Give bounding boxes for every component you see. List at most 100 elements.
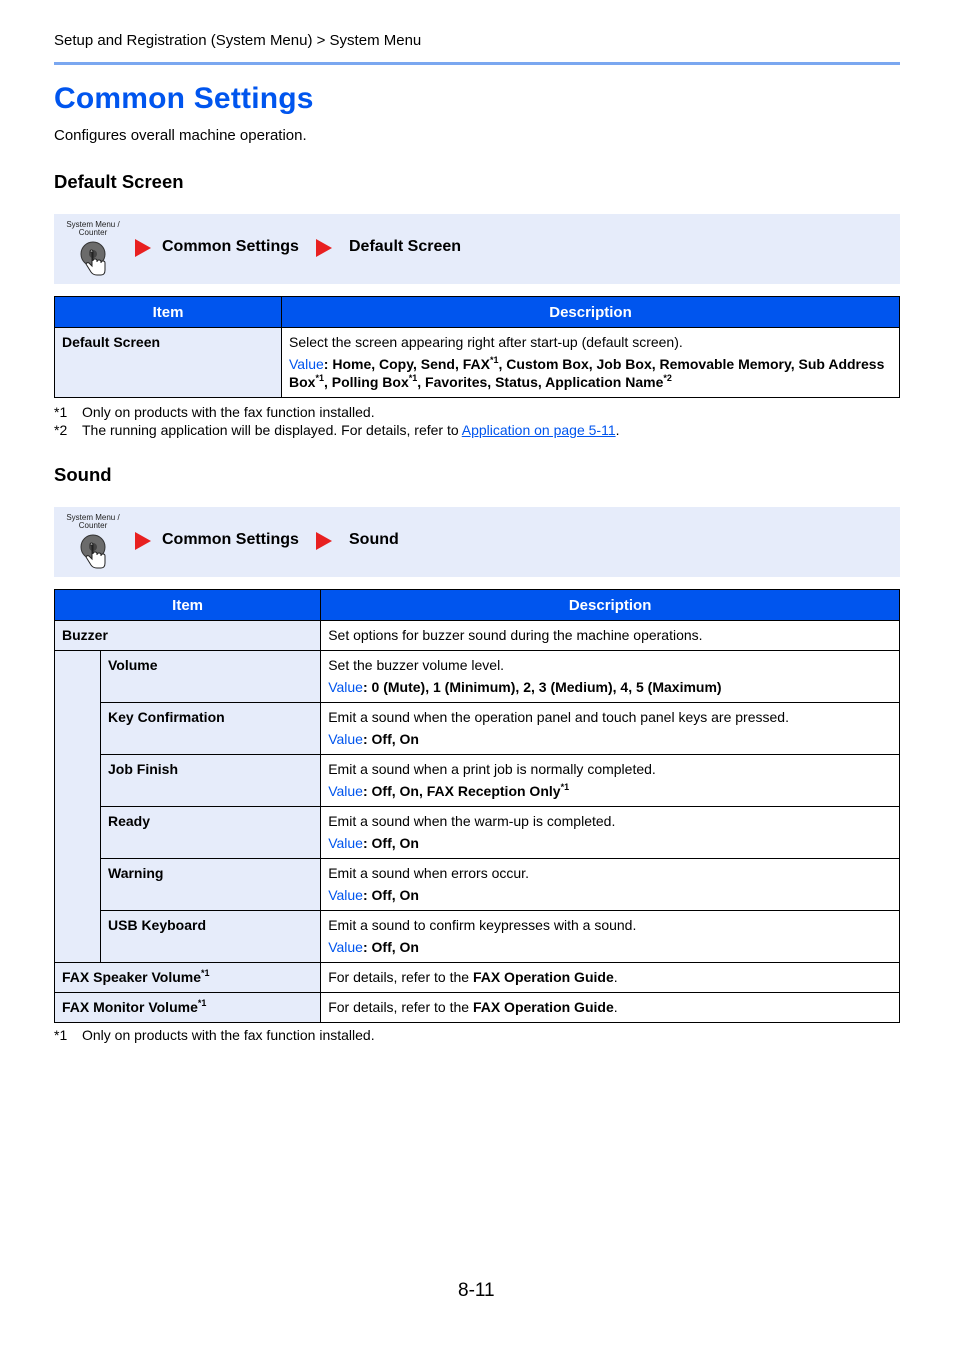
description-text: Emit a sound when errors occur. bbox=[328, 865, 529, 881]
table-row: USB Keyboard Emit a sound to confirm key… bbox=[55, 910, 900, 963]
footnote: *1 Only on products with the fax functio… bbox=[54, 1026, 375, 1044]
value-label: Value bbox=[328, 679, 363, 695]
footnote-text: Only on products with the fax function i… bbox=[82, 1027, 375, 1043]
description-text: Select the screen appearing right after … bbox=[289, 334, 683, 350]
sound-table: Item Description Buzzer Set options for … bbox=[53, 589, 900, 1023]
value-text: : Off, On bbox=[362, 939, 419, 955]
value-text: : Off, On, FAX Reception Only bbox=[362, 783, 561, 799]
value-line: Value: Off, On bbox=[328, 938, 892, 956]
description-cell: Select the screen appearing right after … bbox=[281, 327, 900, 398]
item-cell: Volume bbox=[99, 650, 322, 703]
header-item: Item bbox=[53, 589, 322, 621]
description-text: For details, refer to the bbox=[328, 969, 473, 985]
description-text: Set the buzzer volume level. bbox=[328, 657, 505, 673]
value-line: Value: Off, On bbox=[328, 730, 892, 748]
table-row-fax-speaker: FAX Speaker Volume*1 For details, refer … bbox=[53, 962, 900, 993]
item-text: FAX Speaker Volume bbox=[62, 969, 202, 985]
value-text: : Off, On bbox=[362, 887, 419, 903]
description-text: Emit a sound to confirm keypresses with … bbox=[328, 917, 637, 933]
footnote: *2 The running application will be displ… bbox=[54, 421, 620, 439]
table-row: Ready Emit a sound when the warm-up is c… bbox=[55, 806, 900, 859]
item-cell: Default Screen bbox=[54, 327, 282, 398]
footnote-ref: *1 bbox=[201, 968, 210, 978]
description-cell: For details, refer to the FAX Operation … bbox=[320, 962, 900, 993]
value-label: Value bbox=[328, 939, 363, 955]
table-row: Warning Emit a sound when errors occur. … bbox=[55, 858, 900, 911]
system-menu-counter-button-icon bbox=[80, 534, 106, 569]
value-label: Value bbox=[328, 887, 363, 903]
value-text: : Off, On bbox=[362, 731, 419, 747]
section-heading-default-screen: Default Screen bbox=[54, 171, 184, 192]
description-cell: Emit a sound when the operation panel an… bbox=[320, 702, 900, 755]
nav-arrow-icon bbox=[316, 239, 332, 257]
footnote-ref: *1 bbox=[315, 373, 324, 383]
item-cell: Key Confirmation bbox=[99, 702, 322, 755]
description-cell: Set options for buzzer sound during the … bbox=[320, 620, 900, 651]
footnotes-sound: *1 Only on products with the fax functio… bbox=[54, 1026, 375, 1044]
nav-step-common-settings: Common Settings bbox=[162, 238, 299, 255]
table-row: Job Finish Emit a sound when a print job… bbox=[55, 754, 900, 807]
value-line: Value: Off, On bbox=[328, 886, 892, 904]
page-number: 8-11 bbox=[458, 1280, 495, 1301]
footnote-ref: *1 bbox=[197, 998, 207, 1008]
description-cell: Set the buzzer volume level. Value: 0 (M… bbox=[320, 650, 900, 703]
item-cell: Ready bbox=[99, 806, 322, 859]
system-menu-label-line2: Counter bbox=[78, 228, 108, 237]
application-page-link[interactable]: Application on page 5-11 bbox=[462, 422, 616, 438]
value-line: Value: Off, On bbox=[328, 834, 892, 852]
footnote-text: The running application will be displaye… bbox=[82, 422, 462, 438]
table-row: Volume Set the buzzer volume level. Valu… bbox=[54, 650, 900, 963]
value-text: : Off, On bbox=[362, 835, 419, 851]
item-cell: Buzzer bbox=[53, 620, 322, 651]
description-text: Emit a sound when a print job is normall… bbox=[328, 761, 656, 777]
table-row: Default Screen Select the screen appeari… bbox=[54, 327, 900, 398]
nav-path-sound: System Menu / Counter Common Settings So… bbox=[54, 507, 900, 577]
footnote-ref: *1 bbox=[489, 355, 499, 365]
description-cell: Emit a sound when a print job is normall… bbox=[320, 754, 900, 807]
footnote-ref: *1 bbox=[408, 373, 418, 383]
buzzer-indent-cell bbox=[54, 650, 101, 963]
description-text: Emit a sound when the operation panel an… bbox=[328, 709, 789, 725]
section-heading-sound: Sound bbox=[54, 464, 112, 485]
system-menu-label: System Menu / Counter bbox=[62, 514, 124, 530]
header-description: Description bbox=[281, 296, 900, 328]
guide-reference: FAX Operation Guide bbox=[472, 969, 614, 985]
nav-arrow-icon bbox=[135, 239, 151, 257]
item-text: FAX Monitor Volume bbox=[62, 999, 198, 1015]
value-line: Value: Home, Copy, Send, FAX*1, Custom B… bbox=[289, 355, 892, 391]
description-text: Emit a sound when the warm-up is complet… bbox=[328, 813, 616, 829]
value-label: Value bbox=[328, 783, 363, 799]
value-text: : Home, Copy, Send, FAX bbox=[323, 356, 490, 372]
default-screen-table: Item Description Default Screen Select t… bbox=[54, 296, 900, 398]
table-header-row: Item Description bbox=[53, 589, 900, 621]
item-cell: Job Finish bbox=[99, 754, 322, 807]
footnote-text: Only on products with the fax function i… bbox=[82, 404, 375, 420]
description-cell: Emit a sound when the warm-up is complet… bbox=[320, 806, 900, 859]
system-menu-label-line2: Counter bbox=[78, 521, 108, 530]
description-text-end: . bbox=[613, 969, 618, 985]
nav-path-default-screen: System Menu / Counter Common Settings De… bbox=[54, 214, 900, 284]
footnotes-default-screen: *1 Only on products with the fax functio… bbox=[54, 403, 620, 439]
description-cell: Emit a sound to confirm keypresses with … bbox=[320, 910, 900, 963]
footnote-mark: *1 bbox=[54, 1027, 68, 1043]
table-row-fax-monitor: FAX Monitor Volume*1 For details, refer … bbox=[53, 992, 900, 1023]
table-row: Key Confirmation Emit a sound when the o… bbox=[55, 702, 900, 755]
page-title: Common Settings bbox=[54, 82, 314, 115]
nav-arrow-icon bbox=[135, 532, 151, 550]
value-label: Value bbox=[328, 835, 363, 851]
footnote-mark: *1 bbox=[54, 404, 68, 420]
value-line: Value: Off, On, FAX Reception Only*1 bbox=[328, 782, 892, 800]
nav-step-sound: Sound bbox=[349, 531, 399, 548]
breadcrumb: Setup and Registration (System Menu) > S… bbox=[54, 32, 422, 49]
footnote-text-end: . bbox=[615, 422, 620, 438]
value-line: Value: 0 (Mute), 1 (Minimum), 2, 3 (Medi… bbox=[328, 678, 892, 696]
footnote-ref: *1 bbox=[560, 782, 570, 792]
nav-arrow-icon bbox=[316, 532, 332, 550]
value-label: Value bbox=[328, 731, 363, 747]
item-cell: FAX Speaker Volume*1 bbox=[53, 962, 322, 993]
guide-reference: FAX Operation Guide bbox=[472, 999, 614, 1015]
item-cell: USB Keyboard bbox=[99, 910, 322, 963]
item-cell: Warning bbox=[99, 858, 322, 911]
value-text: : 0 (Mute), 1 (Minimum), 2, 3 (Medium), … bbox=[362, 679, 722, 695]
description-cell: For details, refer to the FAX Operation … bbox=[320, 992, 900, 1023]
